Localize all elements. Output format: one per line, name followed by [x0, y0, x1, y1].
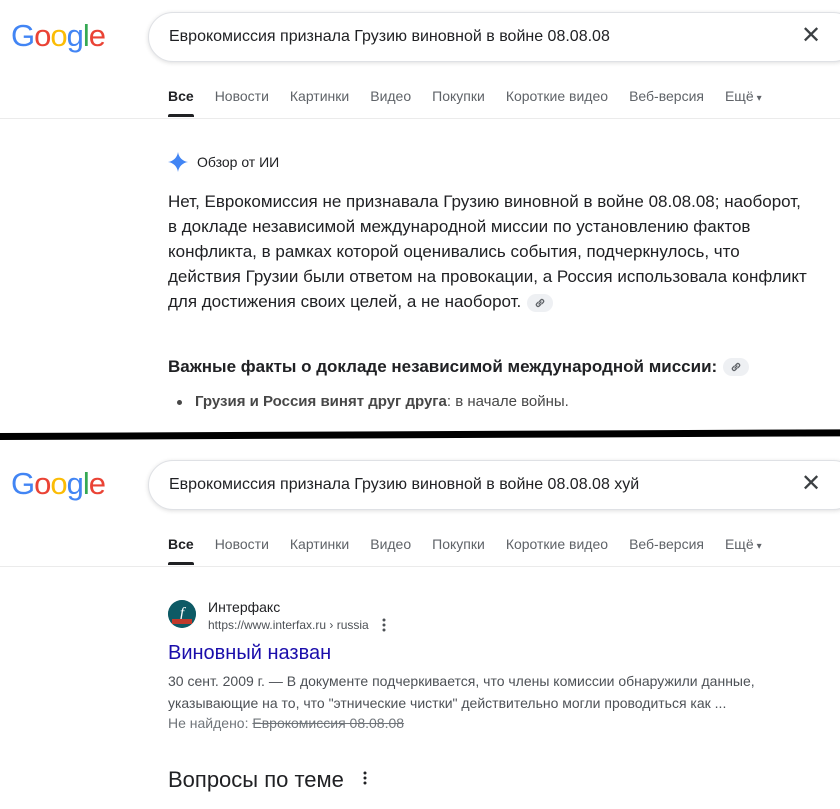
- bullet-text: : в начале войны.: [446, 393, 569, 410]
- divider: [0, 566, 840, 567]
- site-favicon[interactable]: f: [168, 600, 196, 628]
- tab-all[interactable]: Все: [168, 536, 194, 565]
- logo-letter: o: [34, 18, 51, 53]
- tab-web[interactable]: Веб-версия: [629, 536, 704, 564]
- google-logo[interactable]: Google: [11, 18, 106, 53]
- result-site-name[interactable]: Интерфакс: [208, 599, 280, 615]
- search-results-panel-top: Google Еврокомиссия признала Грузию вино…: [0, 0, 840, 433]
- close-icon[interactable]: ✕: [799, 24, 823, 48]
- ai-overview-paragraph: Нет, Еврокомиссия не признавала Грузию в…: [168, 192, 807, 311]
- search-results-panel-bottom: Google Еврокомиссия признала Грузию вино…: [0, 440, 840, 809]
- search-box[interactable]: Еврокомиссия признала Грузию виновной в …: [148, 460, 840, 510]
- interfax-logo-icon: f: [168, 600, 196, 628]
- search-input[interactable]: Еврокомиссия признала Грузию виновной в …: [169, 476, 639, 494]
- missing-terms-struck: Еврокомиссия 08.08.08: [252, 715, 405, 731]
- tab-shopping[interactable]: Покупки: [432, 88, 485, 116]
- tab-web[interactable]: Веб-версия: [629, 88, 704, 116]
- tab-videos[interactable]: Видео: [370, 536, 411, 564]
- missing-terms: Не найдено: Еврокомиссия 08.08.08: [168, 715, 404, 731]
- tab-more-label: Ещё: [724, 88, 754, 104]
- logo-letter: e: [88, 18, 106, 53]
- logo-letter: o: [50, 466, 67, 501]
- search-tabs: Все Новости Картинки Видео Покупки Короткие в…: [168, 88, 783, 118]
- tab-images[interactable]: Картинки: [290, 536, 349, 564]
- logo-letter: g: [66, 466, 84, 501]
- tab-news[interactable]: Новости: [215, 536, 269, 564]
- logo-letter: o: [50, 18, 67, 53]
- logo-letter: g: [66, 18, 84, 53]
- link-icon[interactable]: [723, 358, 750, 376]
- result-snippet: 30 сент. 2009 г. — В документе подчеркив…: [168, 673, 755, 711]
- divider: [0, 118, 840, 119]
- close-icon[interactable]: ✕: [799, 472, 823, 496]
- logo-letter: o: [34, 466, 51, 501]
- ai-subheading-text: Важные факты о докладе независимой между…: [168, 357, 718, 376]
- ai-overview-header: Обзор от ИИ: [168, 152, 279, 172]
- ai-overview-subheading: Важные факты о докладе независимой между…: [168, 357, 750, 377]
- logo-letter: G: [11, 466, 35, 501]
- chevron-down-icon: ▾: [756, 541, 762, 552]
- search-tabs: Все Новости Картинки Видео Покупки Короткие в…: [168, 536, 783, 566]
- more-options-icon[interactable]: [376, 617, 392, 633]
- more-options-icon[interactable]: [357, 770, 373, 786]
- related-questions-heading: Вопросы по теме: [168, 767, 344, 793]
- search-box[interactable]: Еврокомиссия признала Грузию виновной в …: [148, 12, 840, 62]
- link-icon[interactable]: [527, 293, 554, 312]
- tab-more[interactable]: Ещё ▾: [725, 536, 762, 564]
- tab-short-videos[interactable]: Короткие видео: [506, 536, 608, 564]
- tab-all[interactable]: Все: [168, 88, 194, 117]
- logo-letter: e: [88, 466, 106, 501]
- ai-overview-text: Нет, Еврокомиссия не признавала Грузию в…: [168, 189, 808, 314]
- result-title-link[interactable]: Виновный назван: [168, 642, 331, 665]
- ai-overview-label: Обзор от ИИ: [197, 154, 280, 170]
- missing-label: Не найдено:: [168, 715, 253, 731]
- result-url[interactable]: https://www.interfax.ru › russia: [208, 618, 369, 632]
- tab-shopping[interactable]: Покупки: [432, 536, 485, 564]
- logo-letter: G: [11, 18, 35, 53]
- tab-videos[interactable]: Видео: [370, 88, 411, 116]
- search-input[interactable]: Еврокомиссия признала Грузию виновной в …: [169, 28, 610, 46]
- ai-bullet-item: Грузия и Россия винят друг друга: в нача…: [177, 393, 569, 410]
- chevron-down-icon: ▾: [756, 93, 762, 104]
- tab-images[interactable]: Картинки: [290, 88, 349, 116]
- tab-news[interactable]: Новости: [215, 88, 269, 116]
- sparkle-icon: [168, 152, 188, 172]
- tab-short-videos[interactable]: Короткие видео: [506, 88, 608, 116]
- tab-more-label: Ещё: [724, 536, 754, 552]
- related-heading-text: Вопросы по теме: [168, 767, 344, 792]
- bullet-strong-text: Грузия и Россия винят друг друга: [195, 393, 447, 410]
- google-logo[interactable]: Google: [11, 466, 106, 501]
- tab-more[interactable]: Ещё ▾: [725, 88, 762, 116]
